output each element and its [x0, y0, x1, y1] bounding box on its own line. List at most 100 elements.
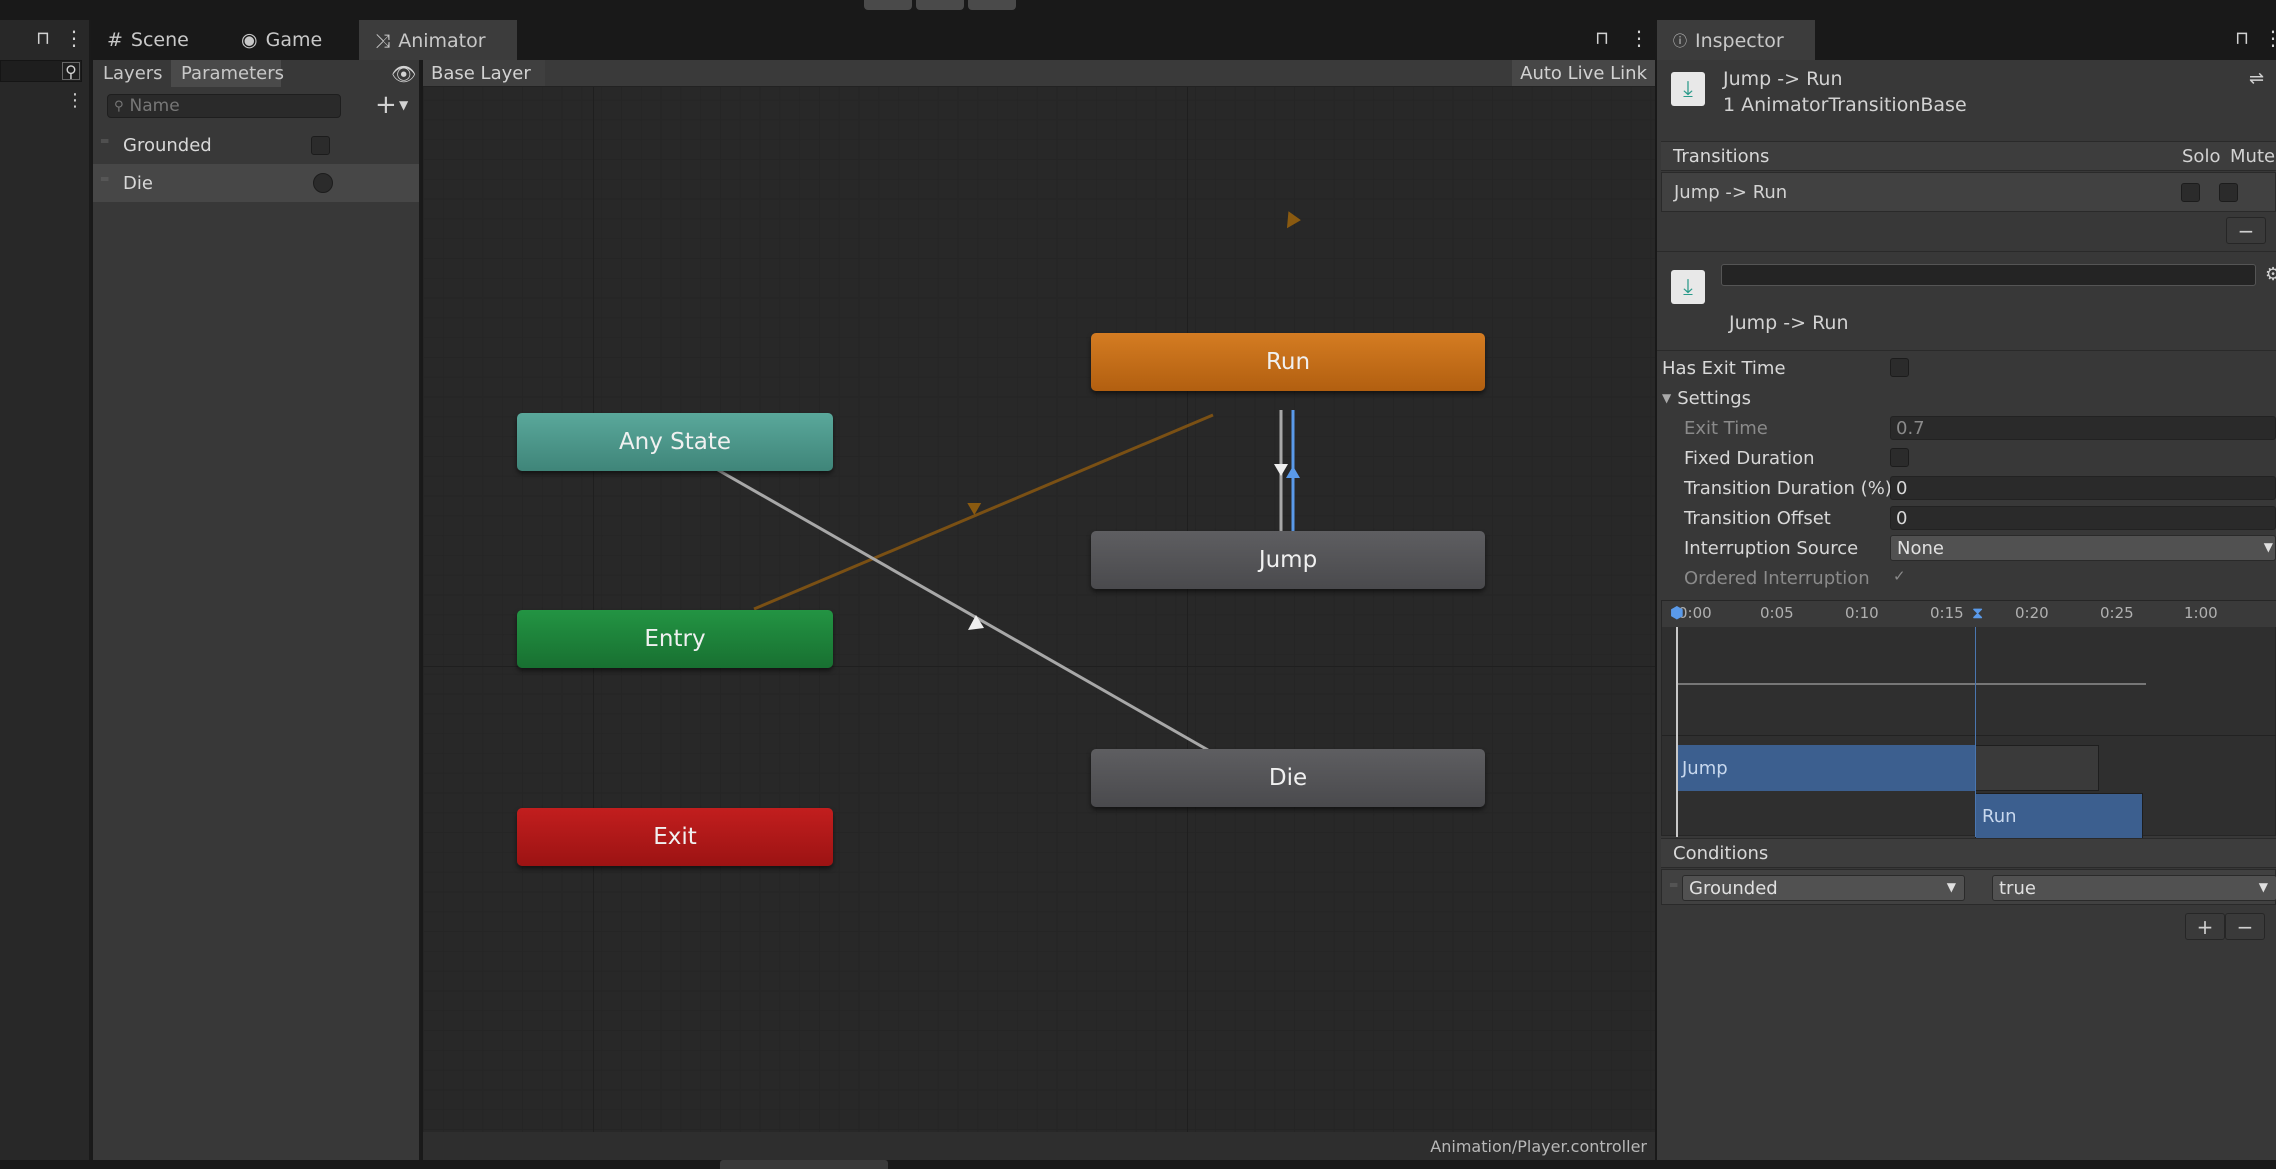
tab-game[interactable]: ◉ Game	[241, 20, 322, 60]
settings-sliders-icon[interactable]: ⇌	[2249, 68, 2264, 89]
pause-button[interactable]	[916, 0, 964, 10]
tab-layers[interactable]: Layers	[93, 60, 171, 87]
more-options-icon[interactable]: ⋮	[1629, 26, 1649, 50]
state-node-exit[interactable]: Exit	[517, 808, 833, 866]
transitions-header-label: Transitions	[1673, 145, 1770, 167]
transition-duration-field[interactable]: 0	[1890, 476, 2276, 500]
transition-name-field[interactable]	[1721, 264, 2256, 286]
lock-icon[interactable]: ⊓	[36, 28, 50, 49]
search-mode-icon[interactable]: ⚲	[62, 62, 80, 81]
has-exit-time-checkbox[interactable]	[1890, 358, 1909, 377]
lock-icon[interactable]: ⊓	[2235, 28, 2249, 49]
ordered-interruption-label: Ordered Interruption	[1684, 567, 1870, 589]
chevron-down-icon: ▼	[1662, 391, 1672, 405]
transition-end-marker-icon[interactable]: ⧗	[1972, 603, 1983, 623]
state-node-jump[interactable]: Jump	[1091, 531, 1485, 589]
drag-handle-icon[interactable]: ═	[101, 134, 108, 148]
transition-arrow-icon	[1274, 464, 1288, 476]
more-options-icon[interactable]: ⋮	[66, 90, 84, 111]
timeline-tick: 0:20	[2015, 604, 2049, 622]
jump-clip-label: Jump	[1682, 757, 1728, 779]
solo-label: Solo	[2182, 146, 2221, 167]
tab-inspector[interactable]: ⓘ Inspector	[1657, 20, 1815, 60]
scroll-handle[interactable]	[720, 1160, 888, 1169]
more-options-icon[interactable]: ⋮	[2263, 26, 2276, 50]
settings-label: Settings	[1677, 387, 1752, 409]
timeline-transition-line	[1975, 627, 1976, 837]
state-node-die[interactable]: Die	[1091, 749, 1485, 807]
divider	[1657, 251, 2276, 252]
run-clip-label: Run	[1982, 805, 2017, 827]
more-options-icon[interactable]: ⋮	[64, 26, 84, 50]
hierarchy-panel: ⊓ ⋮ ⚲ ⋮	[0, 20, 91, 1160]
solo-checkbox[interactable]	[2181, 183, 2200, 202]
node-label: Run	[1265, 349, 1311, 375]
tab-layers-label: Layers	[103, 63, 163, 84]
condition-parameter-value: Grounded	[1689, 877, 1778, 899]
transition-icon: ⤓	[1671, 270, 1705, 304]
transition-arrow-icon	[1286, 466, 1300, 478]
timeline-tick: 0:25	[2100, 604, 2134, 622]
eye-icon[interactable]: 👁	[391, 62, 416, 86]
remove-transition-button[interactable]: −	[2226, 217, 2266, 244]
parameter-name: Die	[123, 172, 153, 194]
grid-icon: #	[107, 29, 123, 51]
transition-offset-field[interactable]: 0	[1890, 506, 2276, 530]
state-node-run[interactable]: Run	[1091, 333, 1485, 391]
parameter-search-input[interactable]: ⚲ Name	[107, 94, 341, 118]
transition-duration-label: Transition Duration (%)	[1684, 477, 1892, 499]
parameter-bool-checkbox[interactable]	[311, 136, 330, 155]
tab-scene[interactable]: # Scene	[107, 20, 189, 60]
node-label: Die	[1268, 765, 1308, 791]
remove-condition-button[interactable]: −	[2225, 913, 2265, 940]
jump-clip-bar[interactable]: Jump	[1676, 745, 1975, 791]
gamepad-icon: ◉	[241, 29, 258, 51]
parameters-panel: Layers Parameters 👁 ⚲ Name + ▼ ═ Grounde…	[93, 60, 421, 1160]
mute-checkbox[interactable]	[2219, 183, 2238, 202]
state-node-any-state[interactable]: Any State	[517, 413, 833, 471]
add-parameter-button[interactable]: +	[375, 90, 397, 120]
run-clip-bar[interactable]: Run	[1975, 793, 2143, 839]
ordered-interruption-checkmark-icon[interactable]: ✓	[1893, 567, 1906, 585]
tab-scene-label: Scene	[130, 29, 189, 51]
settings-foldout[interactable]: ▼ Settings	[1662, 383, 1751, 413]
status-bar	[0, 1160, 2276, 1169]
inspector-panel: ⓘ Inspector ⊓ ⋮ ⤓ Jump -> Run 1 Animator…	[1657, 20, 2276, 1160]
inspector-subtitle: 1 AnimatorTransitionBase	[1723, 94, 1967, 116]
step-button[interactable]	[968, 0, 1016, 10]
any-state-to-die-transition[interactable]	[710, 464, 1209, 752]
node-label: Any State	[618, 429, 732, 455]
condition-parameter-dropdown[interactable]: Grounded ▼	[1682, 875, 1965, 901]
tab-animator[interactable]: ⤨ Animator	[359, 20, 517, 60]
fixed-duration-checkbox[interactable]	[1890, 448, 1909, 467]
interruption-source-dropdown[interactable]: None ▼	[1890, 535, 2276, 561]
drag-handle-icon[interactable]: ═	[101, 172, 108, 186]
chevron-down-icon[interactable]: ▼	[399, 98, 408, 112]
lock-icon[interactable]: ⊓	[1595, 28, 1609, 49]
divider	[1657, 350, 2276, 351]
timeline-playhead-icon[interactable]: ⬢	[1670, 603, 1684, 622]
condition-value-dropdown[interactable]: true ▼	[1992, 875, 2276, 901]
transition-icon: ⤓	[1671, 72, 1705, 106]
gear-icon[interactable]: ⚙	[2265, 264, 2276, 285]
mute-label: Mute	[2230, 146, 2276, 167]
parameter-trigger-radio[interactable]	[313, 173, 333, 193]
play-button[interactable]	[864, 0, 912, 10]
timeline-start-line	[1676, 627, 1678, 837]
node-label: Jump	[1258, 547, 1318, 573]
exit-time-field[interactable]: 0.7	[1890, 416, 2276, 440]
condition-row[interactable]: ═ Grounded ▼ true ▼	[1661, 869, 2276, 905]
has-exit-time-label: Has Exit Time	[1662, 357, 1786, 379]
editor-tab-strip: # Scene ◉ Game ⤨ Animator ⊓ ⋮	[93, 20, 1655, 60]
parameter-row[interactable]: ═ Die	[93, 164, 419, 202]
add-condition-button[interactable]: +	[2185, 913, 2225, 940]
state-node-entry[interactable]: Entry	[517, 610, 833, 668]
tab-parameters[interactable]: Parameters	[171, 60, 284, 87]
top-toolbar	[0, 0, 2276, 20]
transition-arrow-icon	[1286, 211, 1301, 229]
drag-handle-icon[interactable]: ═	[1670, 878, 1677, 892]
parameter-row[interactable]: ═ Grounded	[93, 126, 419, 164]
transition-timeline[interactable]: 0:00 0:05 0:10 0:15 0:20 0:25 1:00 ⬢ ⧗ J…	[1661, 600, 2276, 839]
inspector-title: Jump -> Run	[1723, 68, 1843, 90]
transition-detail-name: Jump -> Run	[1729, 312, 1849, 334]
